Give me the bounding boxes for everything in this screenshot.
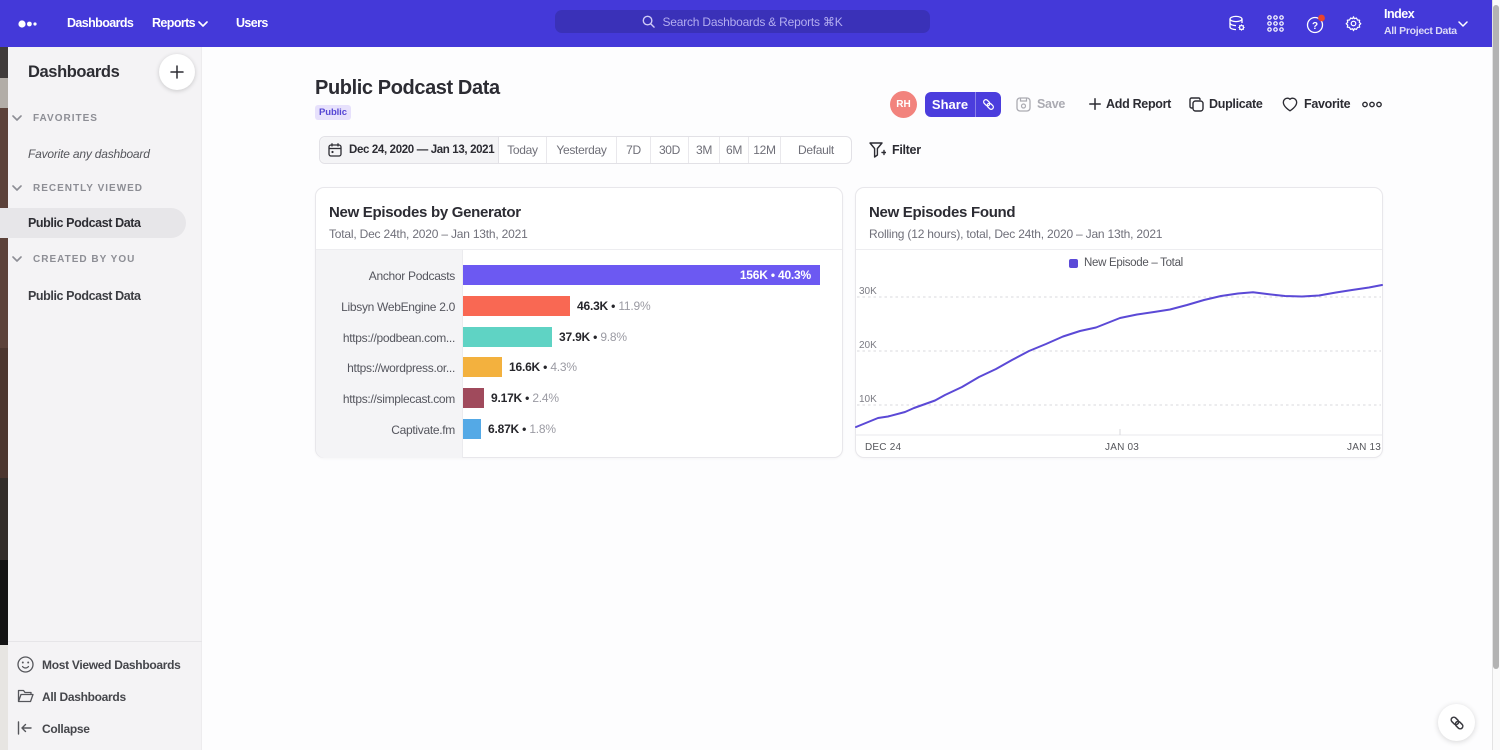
svg-text:?: ? [1312,21,1318,32]
